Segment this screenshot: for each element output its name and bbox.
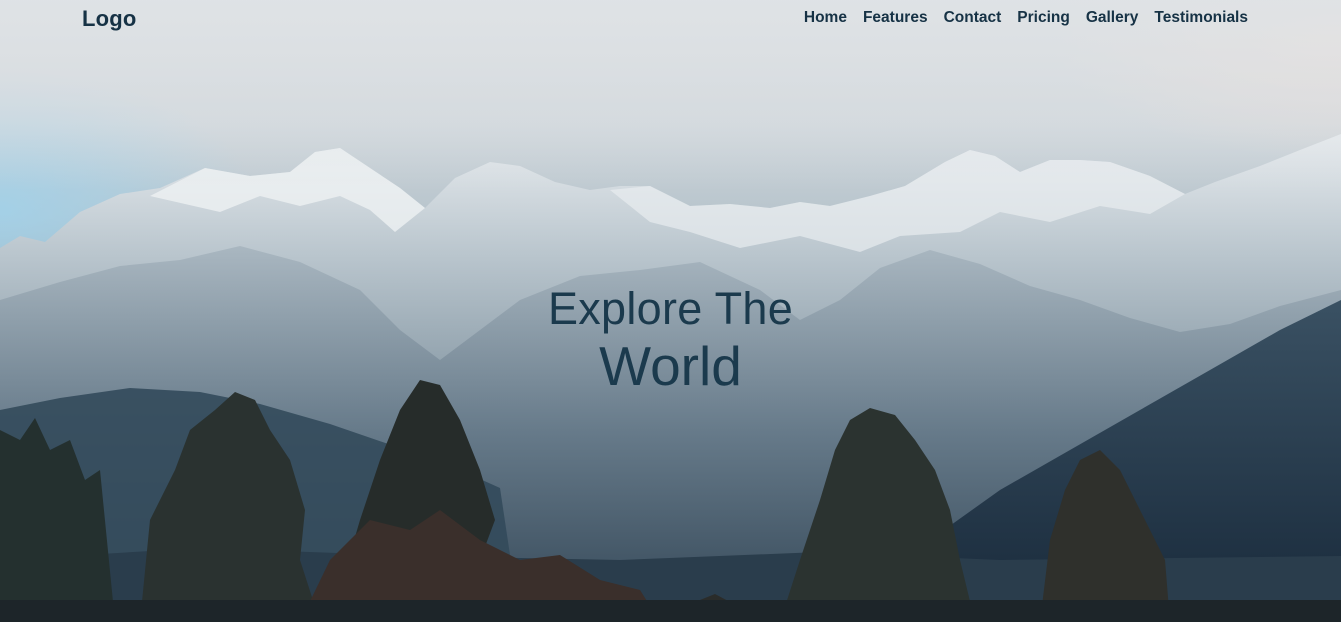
- nav-link-home[interactable]: Home: [804, 9, 847, 26]
- nav-item-testimonials: Testimonials: [1154, 9, 1248, 27]
- nav-item-pricing: Pricing: [1017, 9, 1070, 27]
- nav-link-features[interactable]: Features: [863, 9, 928, 26]
- nav-link-testimonials[interactable]: Testimonials: [1154, 9, 1248, 26]
- nav-item-gallery: Gallery: [1086, 9, 1139, 27]
- hero-headline: Explore The World: [0, 283, 1341, 397]
- nav-item-features: Features: [863, 9, 928, 27]
- logo[interactable]: Logo: [82, 6, 137, 32]
- nav-link-gallery[interactable]: Gallery: [1086, 9, 1139, 26]
- site-header: Logo Home Features Contact Pricing Galle…: [0, 0, 1341, 40]
- hero-title-line-2: World: [599, 335, 742, 397]
- main-nav: Home Features Contact Pricing Gallery Te…: [804, 9, 1248, 27]
- nav-item-contact: Contact: [944, 9, 1002, 27]
- nav-link-pricing[interactable]: Pricing: [1017, 9, 1070, 26]
- hero-title-line-1: Explore The: [547, 283, 794, 334]
- nav-link-contact[interactable]: Contact: [944, 9, 1002, 26]
- hero-section: Logo Home Features Contact Pricing Galle…: [0, 0, 1341, 622]
- nav-item-home: Home: [804, 9, 847, 27]
